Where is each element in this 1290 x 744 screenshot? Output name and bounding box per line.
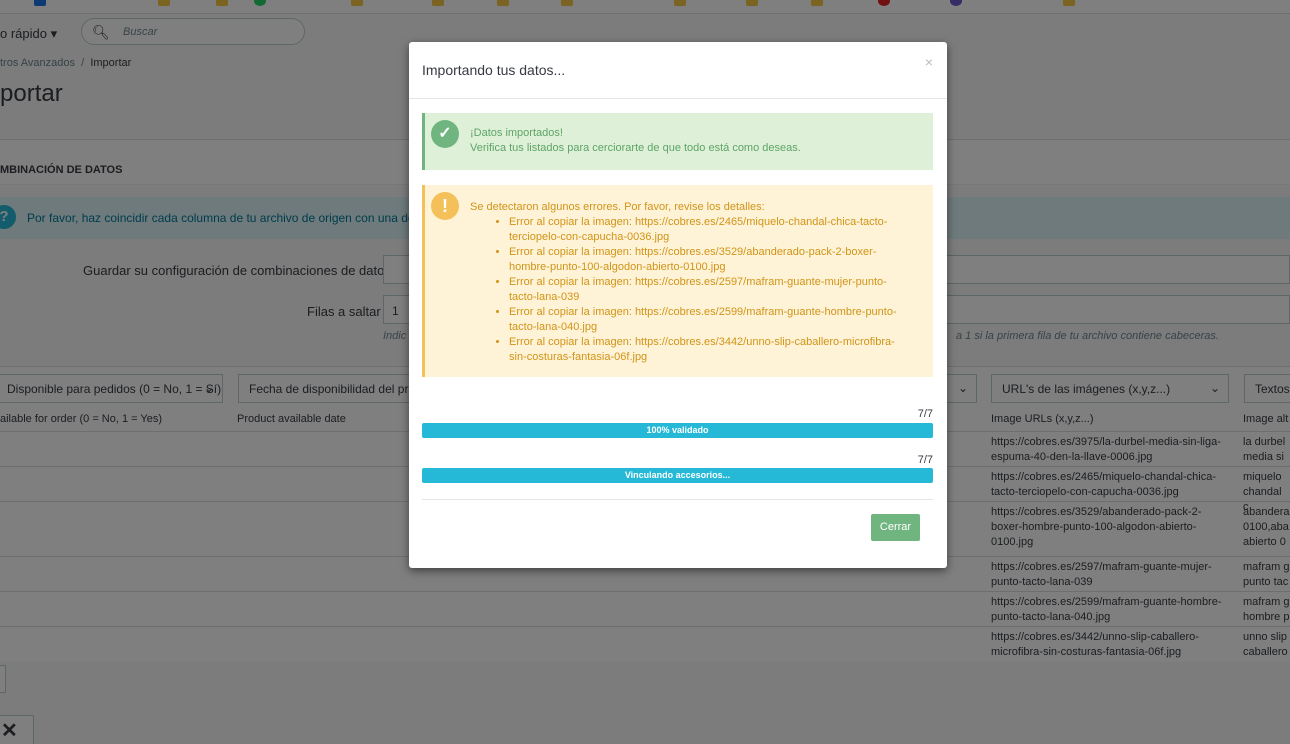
- validation-progress-bar: 100% validado: [422, 423, 933, 438]
- error-list: Error al copiar la imagen: https://cobre…: [509, 215, 909, 365]
- divider: [409, 98, 947, 99]
- error-item: Error al copiar la imagen: https://cobre…: [509, 245, 909, 275]
- import-modal: Importando tus datos... × ✓ ¡Datos impor…: [409, 42, 947, 568]
- import-progress-bar: Vinculando accesorios...: [422, 468, 933, 483]
- error-item: Error al copiar la imagen: https://cobre…: [509, 335, 909, 365]
- exclamation-circle-icon: !: [431, 192, 459, 220]
- modal-title: Importando tus datos...: [422, 62, 566, 78]
- import-count: 7/7: [917, 454, 933, 466]
- validation-count: 7/7: [917, 408, 933, 420]
- modal-close-icon[interactable]: ×: [925, 54, 933, 70]
- error-item: Error al copiar la imagen: https://cobre…: [509, 215, 909, 245]
- warning-alert: ! Se detectaron algunos errores. Por fav…: [422, 185, 933, 377]
- warning-heading: Se detectaron algunos errores. Por favor…: [470, 201, 765, 213]
- close-button[interactable]: Cerrar: [871, 514, 920, 541]
- success-alert: ✓ ¡Datos importados! Verifica tus listad…: [422, 113, 933, 170]
- success-message: Verifica tus listados para cerciorarte d…: [470, 142, 801, 154]
- check-circle-icon: ✓: [431, 120, 459, 148]
- success-title: ¡Datos importados!: [470, 127, 563, 139]
- error-item: Error al copiar la imagen: https://cobre…: [509, 305, 909, 335]
- error-item: Error al copiar la imagen: https://cobre…: [509, 275, 909, 305]
- divider: [422, 499, 933, 500]
